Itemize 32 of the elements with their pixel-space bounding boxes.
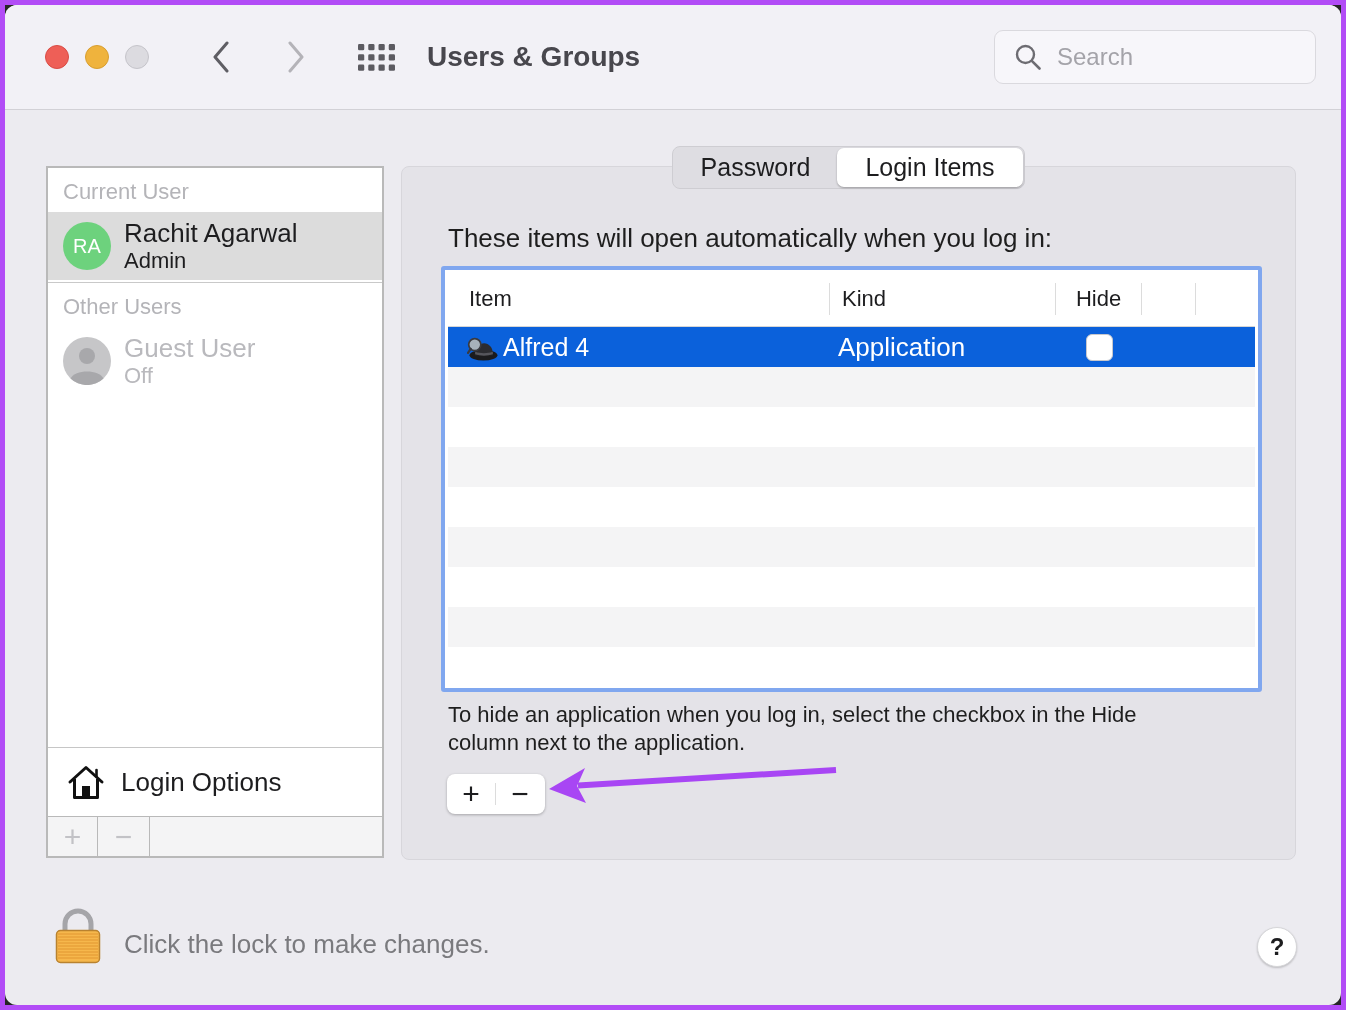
padlock-icon[interactable] — [55, 908, 101, 964]
tab[interactable]: Login Items — [837, 148, 1023, 187]
user-role: Admin — [124, 247, 187, 274]
chevron-left-icon[interactable] — [212, 41, 230, 73]
column-header[interactable]: Hide — [1075, 285, 1122, 312]
section-heading: Current User — [63, 179, 189, 205]
window-title: Users & Groups — [427, 40, 641, 74]
lock-message: Click the lock to make changes. — [124, 929, 490, 959]
search-field[interactable]: Search — [994, 30, 1316, 84]
search-icon — [1015, 44, 1041, 70]
item-kind: Application — [838, 332, 966, 362]
hint-text: To hide an application when you log in, select the checkbox in the Hide column next to the application. — [448, 701, 1138, 757]
intro-text: These items will open automatically when you log in: — [448, 224, 1053, 253]
help-button[interactable]: ? — [1257, 927, 1297, 967]
add-button[interactable]: + — [447, 774, 495, 814]
user-name: Guest User — [124, 333, 256, 363]
house-icon — [67, 764, 105, 800]
close-icon[interactable] — [45, 45, 69, 69]
section-heading: Other Users — [63, 294, 182, 320]
minimize-icon[interactable] — [85, 45, 109, 69]
user-silhouette-icon — [63, 337, 111, 385]
hide-checkbox[interactable] — [1085, 333, 1113, 361]
column-header[interactable]: Item — [469, 285, 512, 312]
item-name: Alfred 4 — [503, 333, 590, 361]
remove-button[interactable]: − — [496, 774, 544, 814]
column-header[interactable]: Kind — [842, 285, 887, 312]
table-row[interactable]: Alfred 4 Application — [448, 327, 1255, 367]
user-role: Off — [124, 362, 153, 389]
grid-icon[interactable] — [358, 43, 395, 71]
tab[interactable]: Password — [674, 148, 837, 187]
user-avatar: RA — [63, 222, 111, 270]
user-name: Rachit Agarwal — [124, 218, 298, 248]
